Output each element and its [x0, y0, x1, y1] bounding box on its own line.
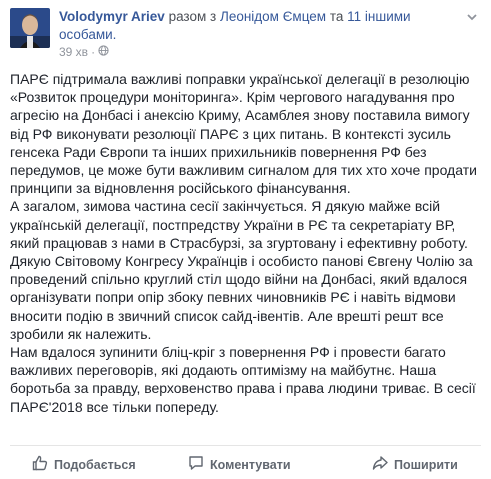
separator: · — [91, 45, 96, 59]
with-prefix: разом з — [168, 9, 217, 24]
post-header: Volodymyr Ariev разом з Леонідом Ємцем т… — [0, 0, 491, 62]
comment-button[interactable]: Коментувати — [188, 455, 291, 474]
share-label: Поширити — [394, 457, 458, 472]
like-button[interactable]: Подобається — [32, 455, 136, 474]
others-link-line1[interactable]: 11 іншими — [347, 9, 410, 24]
post-paragraph: ПАРЄ підтримала важливі поправки українс… — [10, 71, 477, 197]
comment-label: Коментувати — [210, 457, 291, 472]
post-body: ПАРЄ підтримала важливі поправки українс… — [10, 70, 484, 416]
thumbs-up-icon — [32, 455, 48, 474]
post-header-text: Volodymyr Ariev разом з Леонідом Ємцем т… — [59, 8, 459, 44]
post-actions-bar: Подобається Коментувати Поширити — [10, 445, 481, 479]
share-arrow-icon — [372, 455, 388, 474]
speech-bubble-icon — [188, 455, 204, 474]
share-button[interactable]: Поширити — [372, 455, 458, 474]
and-word: та — [329, 9, 344, 24]
post-paragraph: Нам вдалося зупинити бліц-кріг з поверне… — [10, 344, 476, 415]
like-label: Подобається — [54, 457, 136, 472]
tagged-person-link[interactable]: Леонідом Ємцем — [220, 9, 326, 24]
author-name[interactable]: Volodymyr Ariev — [59, 9, 165, 24]
others-link-line2[interactable]: особами. — [59, 27, 116, 42]
chevron-down-icon[interactable] — [465, 10, 479, 24]
avatar[interactable] — [10, 8, 50, 48]
post-time[interactable]: 39 хв — [59, 45, 88, 59]
post-paragraph: А загалом, зимова частина сесії закінчує… — [10, 198, 473, 342]
globe-icon — [98, 45, 109, 59]
post-meta: 39 хв · — [59, 45, 109, 59]
